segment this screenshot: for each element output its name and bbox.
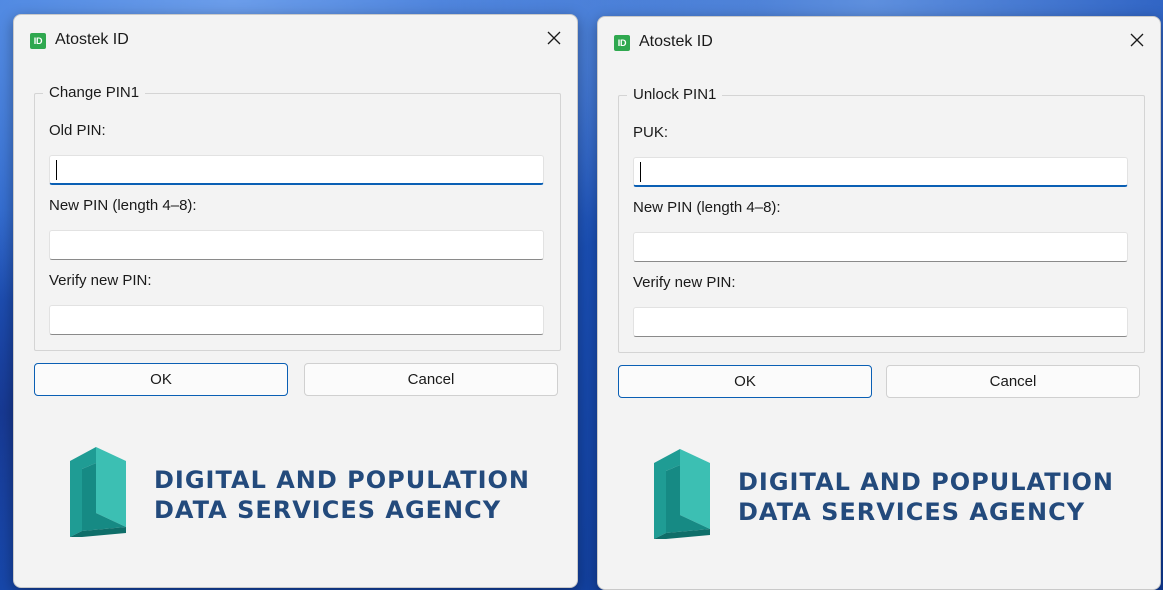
window-title: Atostek ID	[639, 33, 713, 50]
title-bar: ID Atostek ID	[598, 17, 1160, 67]
group-title: Unlock PIN1	[627, 86, 723, 103]
id-app-icon: ID	[614, 35, 630, 51]
close-icon	[1130, 33, 1144, 47]
close-icon	[547, 31, 561, 45]
verify-pin-input[interactable]	[633, 307, 1128, 337]
dvv-logo-mark	[70, 447, 126, 537]
old-pin-input[interactable]	[49, 155, 544, 185]
logo-text-line1: DIGITAL AND POPULATION	[154, 466, 531, 494]
puk-input[interactable]	[633, 157, 1128, 187]
verify-pin-label: Verify new PIN:	[633, 274, 736, 291]
change-pin-group: Change PIN1 Old PIN: New PIN (length 4–8…	[34, 84, 561, 351]
dvv-logo-mark	[654, 449, 710, 539]
ok-button[interactable]: OK	[34, 363, 288, 396]
id-app-icon: ID	[30, 33, 46, 49]
new-pin-label: New PIN (length 4–8):	[49, 197, 197, 214]
unlock-pin-dialog: ID Atostek ID Unlock PIN1 PUK: New PIN (…	[597, 16, 1161, 590]
verify-pin-label: Verify new PIN:	[49, 272, 152, 289]
new-pin-input[interactable]	[49, 230, 544, 260]
text-caret	[640, 162, 641, 182]
close-button[interactable]	[531, 15, 577, 61]
title-bar: ID Atostek ID	[14, 15, 577, 65]
unlock-pin-group: Unlock PIN1 PUK: New PIN (length 4–8): V…	[618, 86, 1145, 353]
logo-text-line1: DIGITAL AND POPULATION	[738, 468, 1115, 496]
change-pin-dialog: ID Atostek ID Change PIN1 Old PIN: New P…	[13, 14, 578, 588]
close-button[interactable]	[1114, 17, 1160, 63]
new-pin-input[interactable]	[633, 232, 1128, 262]
cancel-button[interactable]: Cancel	[886, 365, 1140, 398]
new-pin-label: New PIN (length 4–8):	[633, 199, 781, 216]
text-caret	[56, 160, 57, 180]
cancel-button[interactable]: Cancel	[304, 363, 558, 396]
verify-pin-input[interactable]	[49, 305, 544, 335]
dvv-logo: DIGITAL AND POPULATION DATA SERVICES AGE…	[652, 449, 1115, 541]
group-title: Change PIN1	[43, 84, 146, 101]
old-pin-label: Old PIN:	[49, 122, 106, 139]
dvv-logo: DIGITAL AND POPULATION DATA SERVICES AGE…	[68, 447, 531, 539]
window-title: Atostek ID	[55, 31, 129, 48]
logo-text-line2: DATA SERVICES AGENCY	[154, 496, 502, 524]
puk-label: PUK:	[633, 124, 669, 141]
logo-text-line2: DATA SERVICES AGENCY	[738, 498, 1086, 526]
ok-button[interactable]: OK	[618, 365, 872, 398]
